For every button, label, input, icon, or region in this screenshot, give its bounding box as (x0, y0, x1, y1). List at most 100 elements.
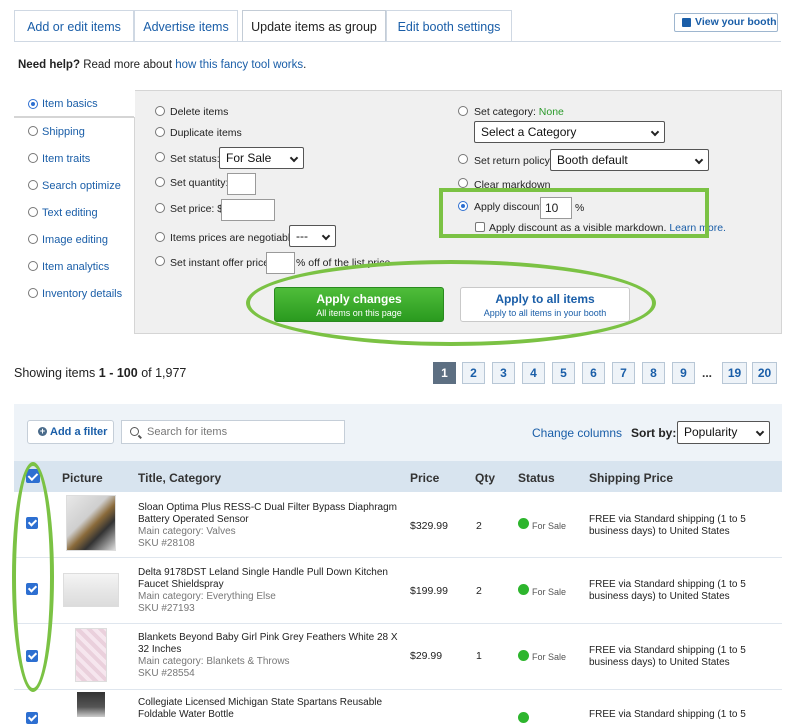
item-thumbnail[interactable] (63, 573, 119, 607)
sort-select-value: Popularity (684, 425, 738, 439)
nav-image-editing[interactable]: Image editing (42, 234, 108, 246)
help-link[interactable]: how this fancy tool works (175, 59, 303, 71)
radio-clear-markdown[interactable] (458, 178, 468, 188)
page-2[interactable]: 2 (462, 362, 485, 384)
title-line: Delta 9178DST Leland Single Handle Pull … (138, 567, 388, 578)
ship-line: business days) to United States (589, 591, 730, 602)
item-qty: 1 (476, 650, 482, 662)
title-line: Collegiate Licensed Michigan State Spart… (138, 697, 383, 708)
nav-search-optimize[interactable]: Search optimize (42, 180, 121, 192)
help-prefix: Need help? (18, 59, 80, 71)
page-5[interactable]: 5 (552, 362, 575, 384)
nav-item-analytics[interactable]: Item analytics (42, 261, 109, 273)
negotiable-select[interactable]: --- (289, 225, 336, 247)
view-booth-button[interactable]: View your booth (674, 13, 778, 32)
nav-radio-search-optimize[interactable] (28, 180, 38, 190)
item-title[interactable]: Collegiate Licensed Michigan State Spart… (138, 697, 398, 721)
plus-icon: + (38, 426, 47, 436)
status-dot (518, 518, 529, 529)
page-19[interactable]: 19 (722, 362, 747, 384)
radio-instant-offer[interactable] (155, 256, 165, 266)
item-title[interactable]: Sloan Optima Plus RESS-C Dual Filter Byp… (138, 502, 398, 526)
nav-border (134, 117, 135, 334)
radio-negotiable[interactable] (155, 232, 165, 242)
chevron-down-icon (289, 153, 299, 163)
tab-update-group[interactable]: Update items as group (242, 10, 386, 42)
col-qty: Qty (475, 471, 496, 485)
item-sku: SKU #28108 (138, 538, 195, 549)
nav-radio-item-traits[interactable] (28, 153, 38, 163)
status-select[interactable]: For Sale (219, 147, 304, 169)
item-sku: SKU #27193 (138, 603, 195, 614)
nav-shipping[interactable]: Shipping (42, 126, 85, 138)
radio-delete-items[interactable] (155, 106, 165, 116)
pagination-ellipsis: ... (702, 366, 713, 380)
chevron-down-icon (755, 427, 765, 437)
item-title[interactable]: Blankets Beyond Baby Girl Pink Grey Feat… (138, 632, 398, 656)
title-line: Blankets Beyond Baby Girl Pink Grey Feat… (138, 632, 398, 643)
label-duplicate-items: Duplicate items (170, 127, 242, 139)
label-set-status: Set status: (170, 153, 220, 165)
return-policy-select[interactable]: Booth default (550, 149, 709, 171)
page-9[interactable]: 9 (672, 362, 695, 384)
page-8[interactable]: 8 (642, 362, 665, 384)
page-1[interactable]: 1 (433, 362, 456, 384)
col-picture: Picture (62, 471, 103, 485)
chevron-down-icon (321, 231, 331, 241)
row-checkbox[interactable] (26, 712, 38, 724)
showing-count: Showing items 1 - 100 of 1,977 (14, 366, 186, 380)
instant-offer-input[interactable] (266, 252, 295, 274)
nav-inventory-details[interactable]: Inventory details (42, 288, 122, 300)
radio-return-policy[interactable] (458, 154, 468, 164)
set-category-text: Set category: (474, 106, 536, 118)
label-negotiable: Items prices are negotiable: (170, 232, 299, 244)
label-set-quantity: Set quantity: (170, 177, 229, 189)
tab-add-or-edit[interactable]: Add or edit items (14, 10, 134, 42)
radio-set-category[interactable] (458, 106, 468, 116)
page-6[interactable]: 6 (582, 362, 605, 384)
radio-set-status[interactable] (155, 152, 165, 162)
title-line: Faucet Shieldspray (138, 579, 224, 590)
title-line: Sloan Optima Plus RESS-C Dual Filter Byp… (138, 502, 397, 513)
page-20[interactable]: 20 (752, 362, 777, 384)
search-input[interactable]: Search for items (121, 420, 345, 444)
change-columns-link[interactable]: Change columns (532, 426, 622, 440)
nav-text-editing[interactable]: Text editing (42, 207, 98, 219)
item-status: For Sale (532, 587, 567, 597)
tab-advertise[interactable]: Advertise items (134, 10, 238, 42)
category-select[interactable]: Select a Category (474, 121, 665, 143)
page-7[interactable]: 7 (612, 362, 635, 384)
help-middle: Read more about (83, 59, 173, 71)
item-title[interactable]: Delta 9178DST Leland Single Handle Pull … (138, 567, 398, 591)
item-thumbnail[interactable] (66, 495, 116, 551)
help-line: Need help? Read more about how this fanc… (18, 59, 306, 71)
nav-radio-item-analytics[interactable] (28, 261, 38, 271)
nav-radio-inventory-details[interactable] (28, 288, 38, 298)
item-thumbnail[interactable] (75, 628, 107, 682)
add-filter-button[interactable]: + Add a filter (27, 420, 114, 444)
nav-radio-shipping[interactable] (28, 126, 38, 136)
radio-set-quantity[interactable] (155, 177, 165, 187)
item-price: $29.99 (410, 650, 443, 662)
nav-item-traits[interactable]: Item traits (42, 153, 90, 165)
item-shipping: FREE via Standard shipping (1 to 5 (589, 709, 746, 720)
tab-edit-booth-settings[interactable]: Edit booth settings (386, 10, 512, 42)
sort-select[interactable]: Popularity (677, 421, 770, 444)
radio-duplicate-items[interactable] (155, 127, 165, 137)
ship-line: business days) to United States (589, 526, 730, 537)
ship-line: FREE via Standard shipping (1 to 5 (589, 645, 746, 656)
item-thumbnail[interactable] (77, 692, 105, 717)
nav-radio-item-basics[interactable] (28, 99, 38, 109)
page-4[interactable]: 4 (522, 362, 545, 384)
nav-item-basics[interactable]: Item basics (42, 98, 98, 110)
radio-set-price[interactable] (155, 203, 165, 213)
quantity-input[interactable] (227, 173, 256, 195)
item-qty: 2 (476, 585, 482, 597)
item-category: Main category: Valves (138, 526, 236, 537)
price-input[interactable] (221, 199, 275, 221)
title-line: 32 Inches (138, 644, 182, 655)
nav-radio-text-editing[interactable] (28, 207, 38, 217)
page-3[interactable]: 3 (492, 362, 515, 384)
nav-radio-image-editing[interactable] (28, 234, 38, 244)
highlight-checkbox-column (12, 462, 54, 692)
